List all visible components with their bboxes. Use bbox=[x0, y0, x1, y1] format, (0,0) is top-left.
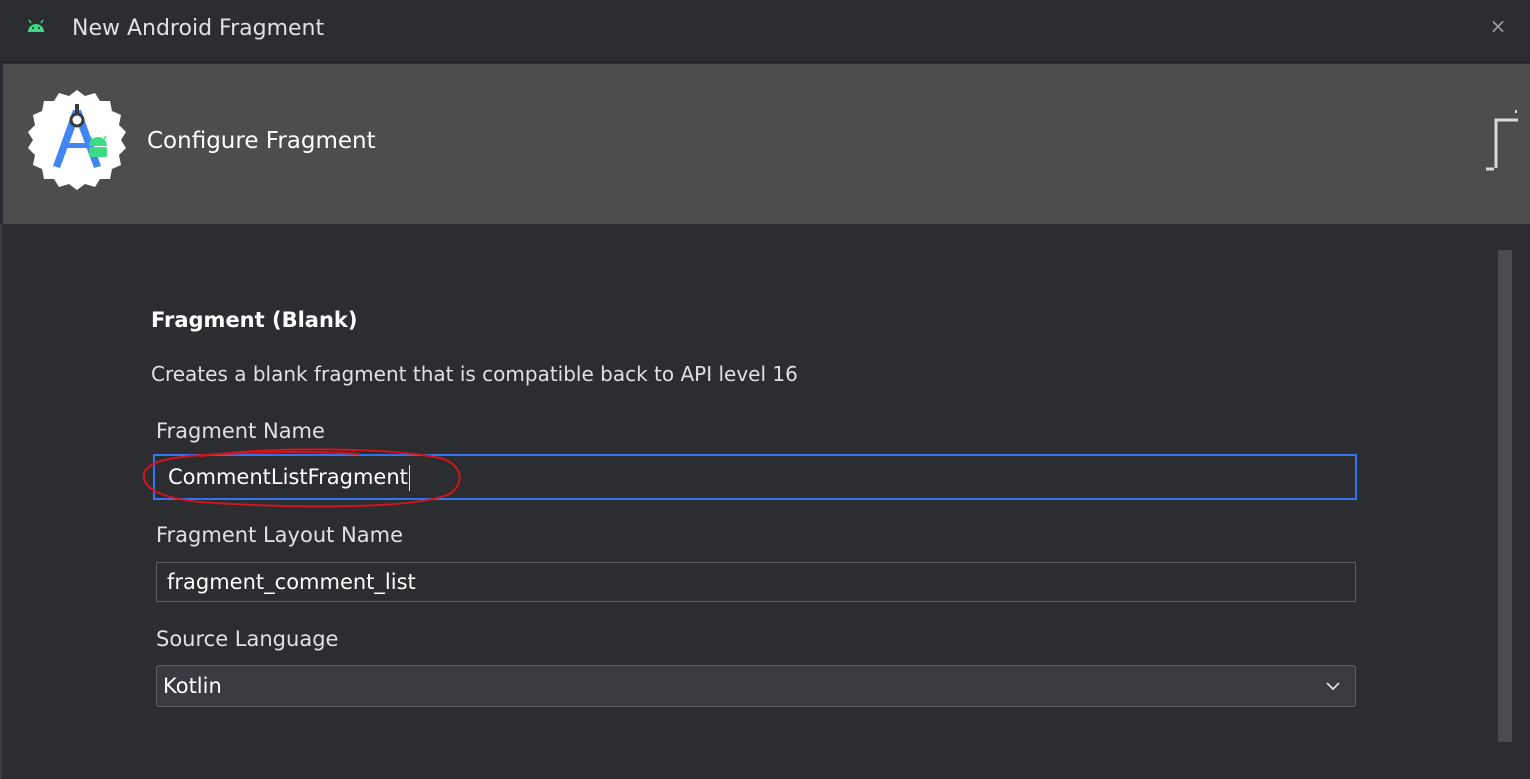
fragment-name-value: CommentListFragment bbox=[168, 465, 408, 489]
android-studio-logo bbox=[28, 90, 126, 190]
close-icon[interactable]: × bbox=[1488, 16, 1508, 36]
title-bar: New Android Fragment × bbox=[0, 0, 1530, 62]
fragment-name-input[interactable]: CommentListFragment bbox=[153, 454, 1357, 500]
layout-name-input[interactable]: fragment_comment_list bbox=[156, 562, 1356, 602]
new-android-fragment-dialog: New Android Fragment × Configure Fragmen… bbox=[0, 0, 1530, 779]
vertical-scrollbar[interactable] bbox=[1498, 250, 1512, 742]
chevron-down-icon bbox=[1326, 682, 1340, 691]
template-description: Creates a blank fragment that is compati… bbox=[151, 362, 798, 386]
corner-graphic bbox=[1486, 110, 1518, 171]
fragment-name-label: Fragment Name bbox=[156, 419, 325, 443]
left-border bbox=[0, 224, 2, 779]
layout-name-label: Fragment Layout Name bbox=[156, 523, 403, 547]
text-caret bbox=[408, 465, 410, 491]
source-language-select[interactable]: Kotlin bbox=[156, 665, 1356, 707]
header-banner: Configure Fragment bbox=[3, 64, 1530, 224]
window-title: New Android Fragment bbox=[72, 16, 325, 41]
source-language-label: Source Language bbox=[156, 627, 339, 651]
android-icon bbox=[28, 19, 44, 32]
banner-heading: Configure Fragment bbox=[147, 128, 376, 154]
form-panel: Fragment (Blank) Creates a blank fragmen… bbox=[0, 224, 1530, 779]
source-language-value: Kotlin bbox=[163, 674, 222, 698]
template-title: Fragment (Blank) bbox=[151, 308, 358, 332]
